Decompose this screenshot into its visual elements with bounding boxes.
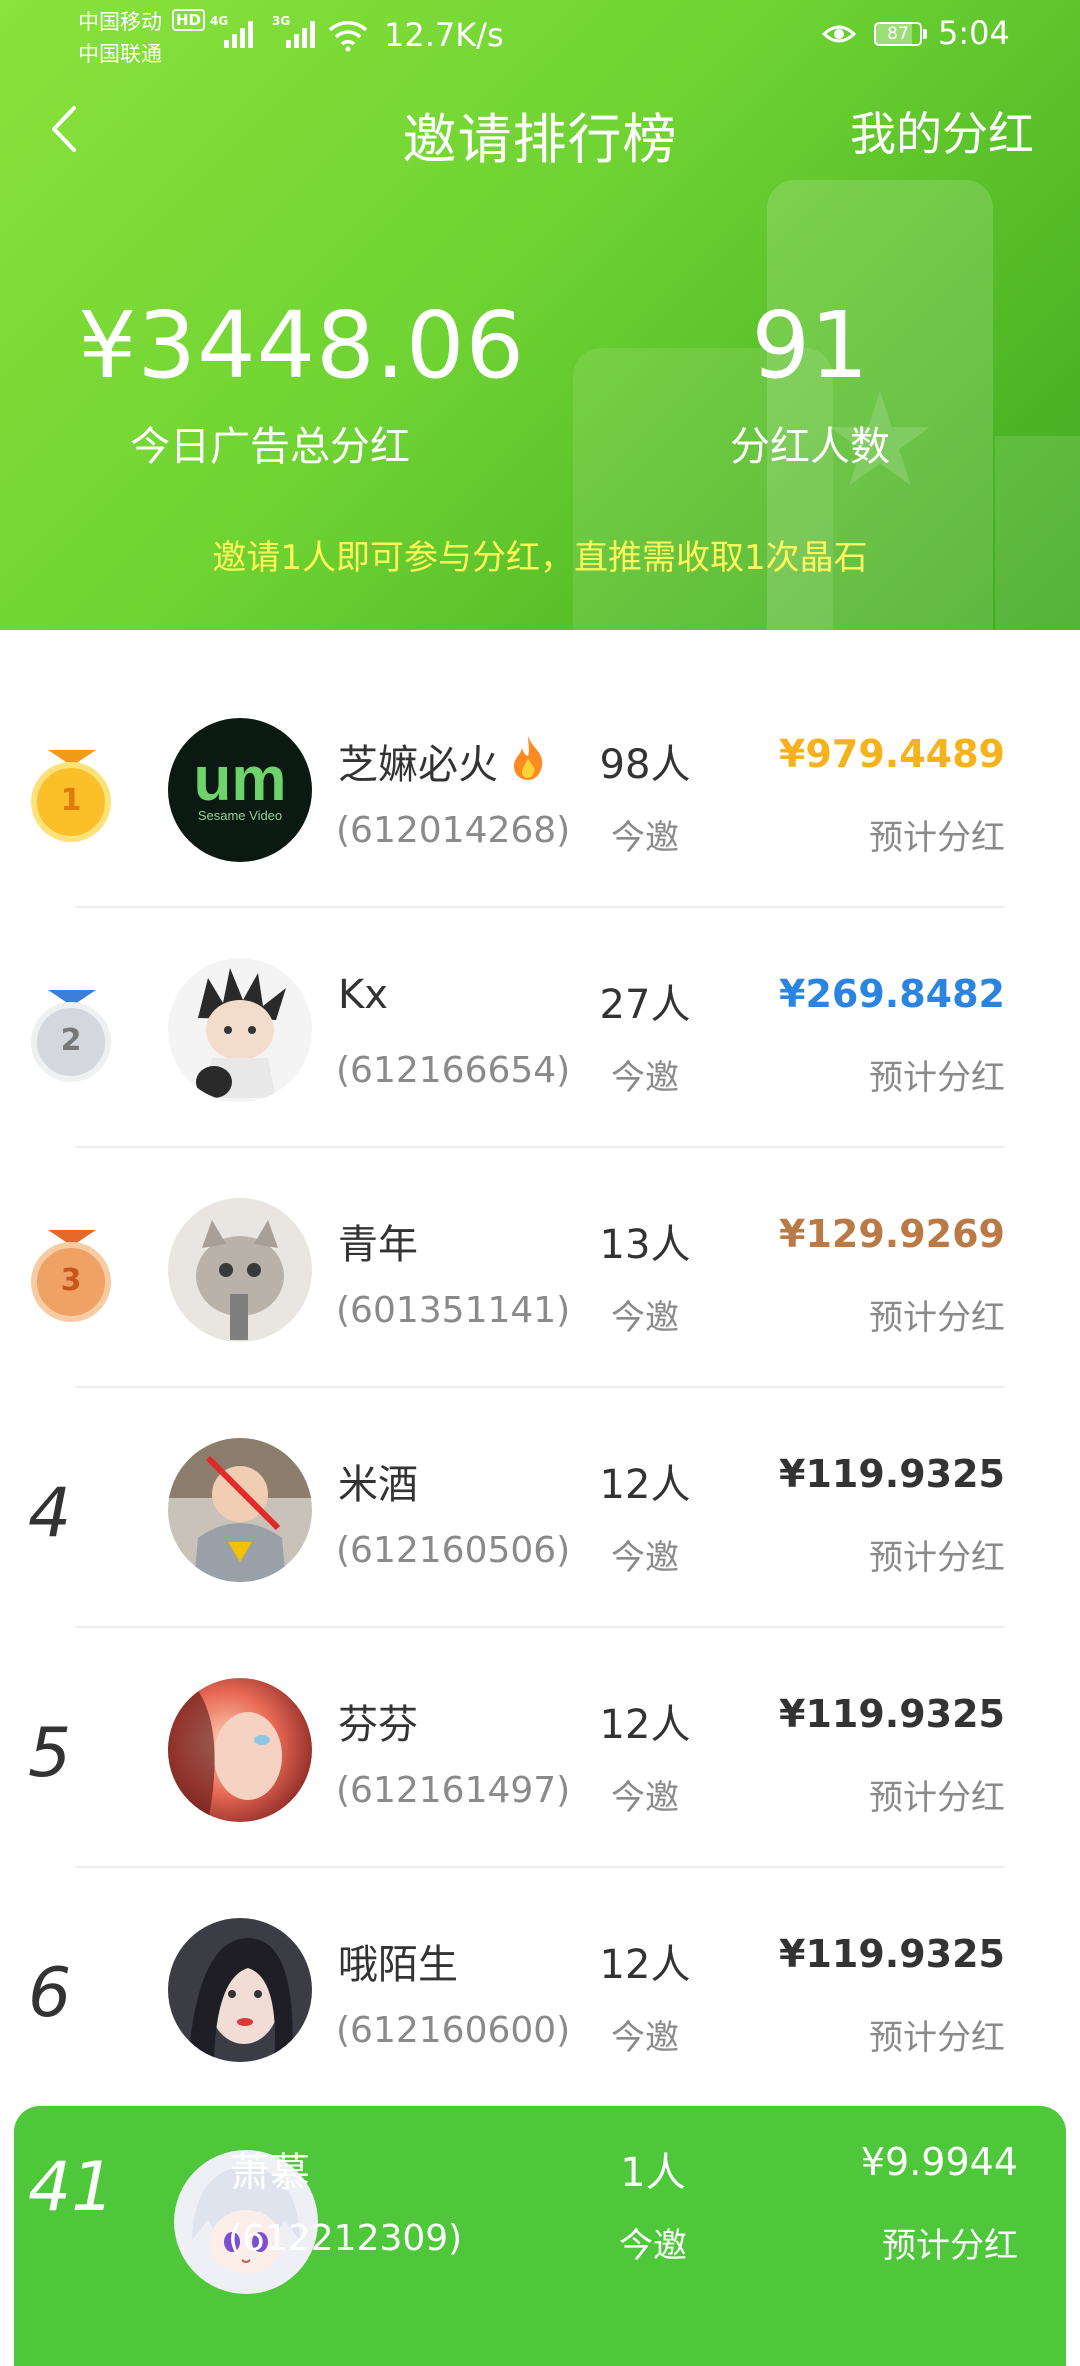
silver-medal-icon: 2 [31, 990, 113, 1100]
rank-label: 2 [31, 1002, 111, 1082]
dividend-label: 预计分红 [869, 818, 1005, 858]
list-item[interactable]: 5 芬芬 (612161497) 12人 今邀 ¥119.9325 预计分红 [0, 1630, 1080, 1870]
dividend-amount: ¥119.9325 [779, 1932, 1005, 1976]
list-item[interactable]: 2 Kx (612166654) 27人 今邀 ¥269.8482 预计分红 [0, 910, 1080, 1150]
dividend-count-value: 91 [751, 292, 869, 399]
invite-count: 12人 [599, 1942, 691, 1988]
my-name: 萧慕 [230, 2150, 310, 2196]
invite-count: 12人 [599, 1702, 691, 1748]
user-id: (601351141) [336, 1290, 571, 1331]
avatar [168, 1678, 312, 1822]
user-id: (612160506) [336, 1530, 571, 1571]
divider [75, 1386, 1005, 1388]
eye-icon [822, 25, 856, 43]
user-name: 芬芬 [338, 1702, 418, 1748]
dividend-amount: ¥129.9269 [779, 1212, 1005, 1256]
invite-notice: 邀请1人即可参与分红，直推需收取1次晶石 [212, 538, 868, 578]
dividend-label: 预计分红 [869, 2018, 1005, 2058]
divider [75, 1866, 1005, 1868]
rank-number: 4 [28, 1474, 72, 1553]
divider [75, 906, 1005, 908]
my-dividend-link[interactable]: 我的分红 [850, 98, 1034, 164]
my-rank-card[interactable]: 41 萧慕 (612212309) 1人 今邀 ¥9.9944 预计分红 [14, 2106, 1066, 2366]
user-id: (612166654) [336, 1050, 571, 1091]
dividend-label: 预计分红 [869, 1538, 1005, 1578]
wifi-icon [328, 21, 368, 52]
user-name: 哦陌生 [338, 1942, 458, 1988]
dividend-amount: ¥119.9325 [779, 1692, 1005, 1736]
divider [75, 1626, 1005, 1628]
dividend-label: 预计分红 [869, 1298, 1005, 1338]
header-banner: ★ 中国移动 HD 中国联通 4G 3G 12.7K/s 87 5:04 邀请排… [0, 0, 1080, 630]
invite-count: 12人 [599, 1462, 691, 1508]
carrier-label: 中国联通 [78, 42, 162, 66]
avatar [168, 958, 312, 1102]
list-item[interactable]: 4 米酒 (612160506) 12人 今邀 ¥119.9325 预计分红 [0, 1390, 1080, 1630]
list-item[interactable]: 3 青年 (601351141) 13人 今邀 ¥129.9269 预计分红 [0, 1150, 1080, 1390]
invite-label: 今邀 [611, 2018, 679, 2058]
rank-label: 3 [31, 1242, 111, 1322]
svg-text:um: um [194, 745, 287, 814]
status-clock: 5:04 [938, 14, 1010, 52]
user-name: 青年 [338, 1222, 418, 1268]
carrier-label: 中国移动 [78, 10, 162, 34]
battery-level: 87 [887, 24, 909, 44]
total-dividend-label: 今日广告总分红 [130, 424, 410, 470]
invite-label: 今邀 [611, 1778, 679, 1818]
divider [75, 1146, 1005, 1148]
invite-label: 今邀 [611, 1058, 679, 1098]
rank-label: 1 [31, 762, 111, 842]
hd-badge: HD [172, 9, 206, 31]
user-name: Kx [338, 972, 388, 1018]
battery-icon: 87 [874, 22, 922, 46]
my-rank-number: 41 [28, 2148, 115, 2227]
battery-tip [923, 29, 927, 39]
rank-number: 5 [28, 1714, 72, 1793]
my-invite-label: 今邀 [619, 2226, 687, 2266]
invite-label: 今邀 [611, 1298, 679, 1338]
user-name: 芝嫲必火 [338, 742, 498, 788]
my-dividend-label: 预计分红 [882, 2226, 1018, 2266]
avatar [168, 1438, 312, 1582]
fire-icon [514, 736, 543, 780]
my-invite-count: 1人 [620, 2150, 686, 2196]
invite-count: 27人 [599, 982, 691, 1028]
avatar-logo-text: Sesame Video [198, 808, 282, 823]
bronze-medal-icon: 3 [31, 1230, 113, 1340]
total-dividend-amount: ¥3448.06 [78, 292, 525, 399]
invite-label: 今邀 [611, 1538, 679, 1578]
avatar [168, 1918, 312, 2062]
user-id: (612161497) [336, 1770, 571, 1811]
avatar [168, 1198, 312, 1342]
avatar: um Sesame Video [168, 718, 312, 862]
invite-count: 13人 [599, 1222, 691, 1268]
list-item[interactable]: 1 um Sesame Video 芝嫲必火 (612014268) 98人 今… [0, 670, 1080, 910]
gold-medal-icon: 1 [31, 750, 113, 860]
user-name: 米酒 [338, 1462, 418, 1508]
list-item[interactable]: 6 哦陌生 (612160600) 12人 今邀 ¥119.9325 预计分红 [0, 1870, 1080, 2110]
dividend-amount: ¥979.4489 [779, 732, 1005, 776]
invite-count: 98人 [599, 742, 691, 788]
network-speed: 12.7K/s [384, 16, 504, 54]
dividend-label: 预计分红 [869, 1778, 1005, 1818]
rank-number: 6 [28, 1954, 72, 2033]
user-id: (612160600) [336, 2010, 571, 2051]
dividend-amount: ¥269.8482 [779, 972, 1005, 1016]
user-id: (612014268) [336, 810, 571, 851]
my-dividend-amount: ¥9.9944 [860, 2140, 1018, 2184]
dividend-count-label: 分红人数 [730, 424, 890, 470]
my-user-id: (612212309) [228, 2218, 463, 2259]
invite-label: 今邀 [611, 818, 679, 858]
status-bar: 中国移动 HD 中国联通 4G 3G 12.7K/s 87 5:04 [0, 0, 1080, 70]
dividend-label: 预计分红 [869, 1058, 1005, 1098]
dividend-amount: ¥119.9325 [779, 1452, 1005, 1496]
